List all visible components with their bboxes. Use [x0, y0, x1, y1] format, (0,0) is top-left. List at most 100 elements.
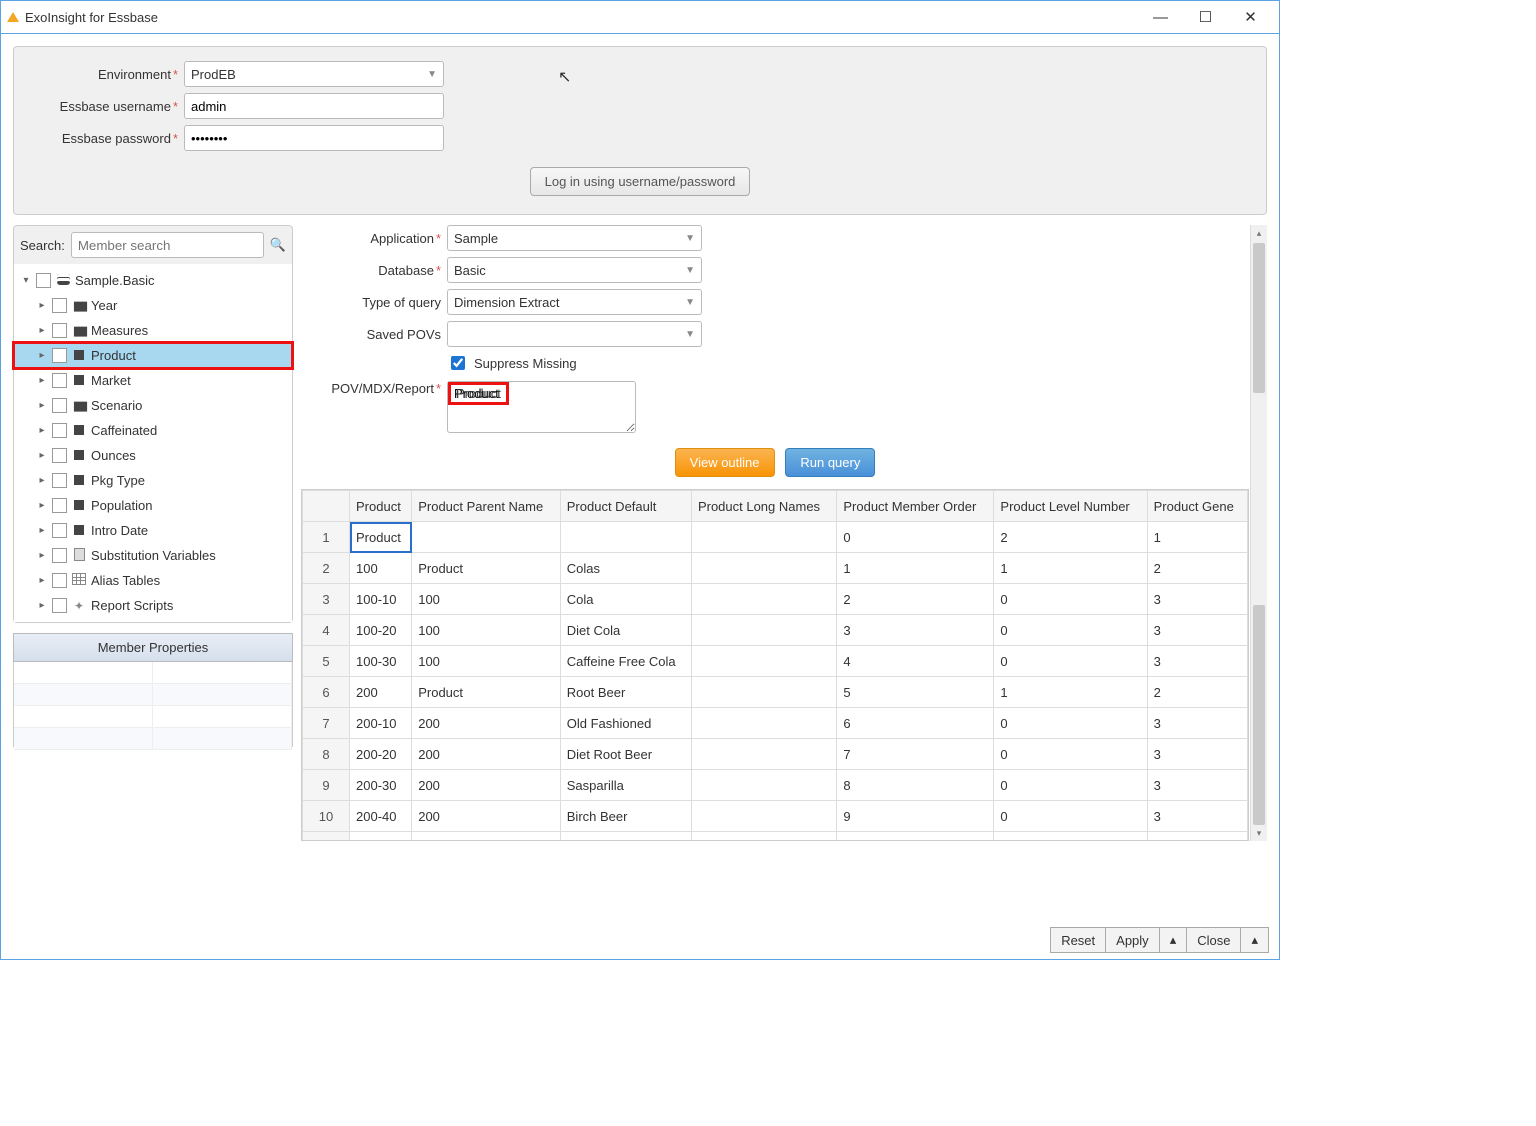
cell[interactable]: 3 — [837, 615, 994, 646]
tree-item-measures[interactable]: ▸▮▮▮Measures — [14, 318, 292, 343]
tree-item-population[interactable]: ▸Population — [14, 493, 292, 518]
cell[interactable]: 3 — [1147, 584, 1247, 615]
expand-icon[interactable]: ▸ — [36, 350, 48, 361]
tree-checkbox[interactable] — [52, 423, 67, 438]
scroll-thumb[interactable] — [1253, 243, 1265, 393]
table-row[interactable]: 9200-30200Sasparilla803 — [303, 770, 1248, 801]
tree-item-year[interactable]: ▸▮▮▮Year — [14, 293, 292, 318]
cell[interactable]: 10 — [837, 832, 994, 842]
cell[interactable]: 0 — [994, 770, 1147, 801]
table-row[interactable]: 6200ProductRoot Beer512 — [303, 677, 1248, 708]
cell[interactable]: 9 — [837, 801, 994, 832]
saved-povs-select[interactable]: ▼ — [447, 321, 702, 347]
cell[interactable] — [691, 522, 836, 553]
reset-button[interactable]: Reset — [1050, 927, 1106, 953]
maximize-button[interactable]: ☐ — [1183, 1, 1228, 33]
apply-button[interactable]: Apply — [1106, 927, 1160, 953]
column-header[interactable]: Product Member Order — [837, 491, 994, 522]
table-row[interactable]: 3100-10100Cola203 — [303, 584, 1248, 615]
search-input[interactable] — [71, 232, 264, 258]
cell[interactable]: 3 — [1147, 615, 1247, 646]
cell[interactable]: 0 — [994, 801, 1147, 832]
column-header[interactable]: Product Gene — [1147, 491, 1247, 522]
tree-root[interactable]: ▾ Sample.Basic — [14, 268, 292, 293]
run-query-button[interactable]: Run query — [785, 448, 875, 477]
tree-checkbox[interactable] — [36, 273, 51, 288]
tree-checkbox[interactable] — [52, 498, 67, 513]
expand-icon[interactable]: ▸ — [36, 300, 48, 311]
column-header[interactable]: Product Long Names — [691, 491, 836, 522]
cell[interactable]: 5 — [837, 677, 994, 708]
cell[interactable]: 200-10 — [350, 708, 412, 739]
username-input[interactable] — [184, 93, 444, 119]
tree-checkbox[interactable] — [52, 323, 67, 338]
tree-checkbox[interactable] — [52, 298, 67, 313]
table-row[interactable]: 11300ProductCream Soda1012 — [303, 832, 1248, 842]
cell[interactable]: Product — [412, 832, 561, 842]
table-row[interactable]: 2100ProductColas112 — [303, 553, 1248, 584]
tree-item-ounces[interactable]: ▸Ounces — [14, 443, 292, 468]
tree-checkbox[interactable] — [52, 348, 67, 363]
tree-checkbox[interactable] — [52, 473, 67, 488]
cell[interactable]: 6 — [837, 708, 994, 739]
password-input[interactable] — [184, 125, 444, 151]
cell[interactable]: Old Fashioned — [560, 708, 691, 739]
cell[interactable]: 3 — [1147, 770, 1247, 801]
table-row[interactable]: 4100-20100Diet Cola303 — [303, 615, 1248, 646]
tree-checkbox[interactable] — [52, 573, 67, 588]
cell[interactable]: 100-30 — [350, 646, 412, 677]
cell[interactable]: 200-40 — [350, 801, 412, 832]
expand-icon[interactable]: ▸ — [36, 425, 48, 436]
minimize-button[interactable]: — — [1138, 1, 1183, 33]
cell[interactable] — [691, 615, 836, 646]
cell[interactable]: 2 — [1147, 832, 1247, 842]
close-button[interactable]: ✕ — [1228, 1, 1273, 33]
query-type-select[interactable]: Dimension Extract▼ — [447, 289, 702, 315]
expand-icon[interactable]: ▸ — [36, 375, 48, 386]
vertical-scrollbar[interactable]: ▴ ▾ — [1250, 225, 1267, 841]
tree-item-market[interactable]: ▸Market — [14, 368, 292, 393]
cell[interactable]: 8 — [837, 770, 994, 801]
cell[interactable]: 0 — [994, 584, 1147, 615]
login-button[interactable]: Log in using username/password — [530, 167, 751, 196]
tree-checkbox[interactable] — [52, 523, 67, 538]
apply-dropdown-button[interactable]: ▴ — [1160, 927, 1188, 953]
expand-icon[interactable]: ▸ — [36, 450, 48, 461]
cell[interactable]: 200 — [412, 770, 561, 801]
cell[interactable]: 0 — [994, 708, 1147, 739]
cell[interactable]: 100-10 — [350, 584, 412, 615]
cell[interactable]: 200 — [412, 708, 561, 739]
cell[interactable]: 3 — [1147, 801, 1247, 832]
cell[interactable]: Cola — [560, 584, 691, 615]
cell[interactable]: 1 — [994, 677, 1147, 708]
cell[interactable]: 0 — [994, 739, 1147, 770]
tree-item-scenario[interactable]: ▸▮▮▮Scenario — [14, 393, 292, 418]
expand-icon[interactable]: ▸ — [36, 325, 48, 336]
expand-icon[interactable]: ▸ — [36, 575, 48, 586]
scroll-thumb[interactable] — [1253, 605, 1265, 825]
expand-icon[interactable]: ▸ — [36, 475, 48, 486]
cell[interactable]: 0 — [994, 615, 1147, 646]
cell[interactable]: Cream Soda — [560, 832, 691, 842]
environment-select[interactable]: ProdEB▼ — [184, 61, 444, 87]
scroll-up-icon[interactable]: ▴ — [1251, 225, 1267, 241]
cell[interactable]: Sasparilla — [560, 770, 691, 801]
cell[interactable] — [691, 770, 836, 801]
table-row[interactable]: 1Product021 — [303, 522, 1248, 553]
cell[interactable]: Diet Cola — [560, 615, 691, 646]
cell[interactable] — [691, 832, 836, 842]
cell[interactable] — [691, 677, 836, 708]
tree-item-report-scripts[interactable]: ▸✦Report Scripts — [14, 593, 292, 618]
collapse-icon[interactable]: ▾ — [20, 275, 32, 286]
expand-icon[interactable]: ▸ — [36, 525, 48, 536]
cell[interactable]: 100-20 — [350, 615, 412, 646]
suppress-missing-checkbox[interactable] — [451, 356, 465, 370]
cell[interactable]: 2 — [994, 522, 1147, 553]
table-row[interactable]: 5100-30100Caffeine Free Cola403 — [303, 646, 1248, 677]
cell[interactable]: Root Beer — [560, 677, 691, 708]
cell[interactable]: Diet Root Beer — [560, 739, 691, 770]
column-header[interactable]: Product — [350, 491, 412, 522]
tree-checkbox[interactable] — [52, 598, 67, 613]
tree-item-pkg-type[interactable]: ▸Pkg Type — [14, 468, 292, 493]
cell[interactable]: 0 — [837, 522, 994, 553]
